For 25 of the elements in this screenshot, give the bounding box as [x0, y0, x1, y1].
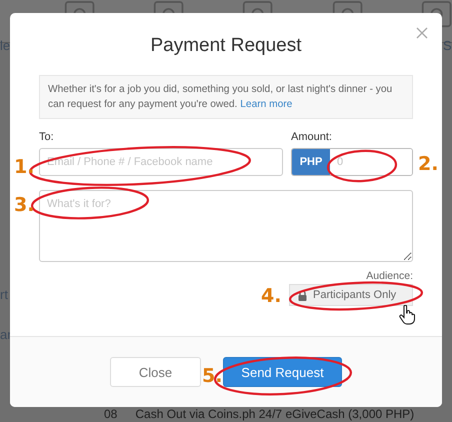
info-text: Whether it's for a job you did, something you sold, or last night's dinner - you can request for any payment you're owed. Learn more [39, 75, 413, 119]
description-field[interactable]: What's it for? [39, 190, 413, 262]
dialog-title: Payment Request [149, 35, 303, 57]
send-request-button[interactable]: Send Request [223, 357, 342, 387]
background-text: le [0, 38, 10, 53]
audience-button[interactable]: Participants Only [289, 284, 413, 306]
transaction-description: Cash Out via Coins.ph 24/7 eGiveCash (3,000 PHP) [135, 408, 414, 421]
recipient-field[interactable]: Email / Phone # / Facebook name [39, 148, 283, 176]
close-icon[interactable] [416, 27, 428, 39]
date-day: 08 [104, 408, 118, 421]
hand-cursor-icon [399, 305, 415, 325]
annotation-number: 2. [418, 153, 438, 175]
learn-more-link[interactable]: Learn more [240, 99, 292, 110]
currency-addon: PHP [292, 149, 330, 175]
background-text: SI [443, 38, 452, 53]
to-label: To: [39, 131, 54, 143]
annotation-ellipse [326, 150, 398, 182]
close-button[interactable]: Close [110, 357, 201, 387]
annotation-number: 1. [14, 156, 34, 178]
audience-label: Audience: [366, 270, 413, 282]
amount-label: Amount: [291, 131, 332, 143]
lock-icon [298, 290, 307, 300]
annotation-number: 4. [261, 285, 282, 307]
amount-field[interactable]: PHP 0 [291, 148, 413, 176]
annotation-number: 3. [14, 194, 34, 216]
